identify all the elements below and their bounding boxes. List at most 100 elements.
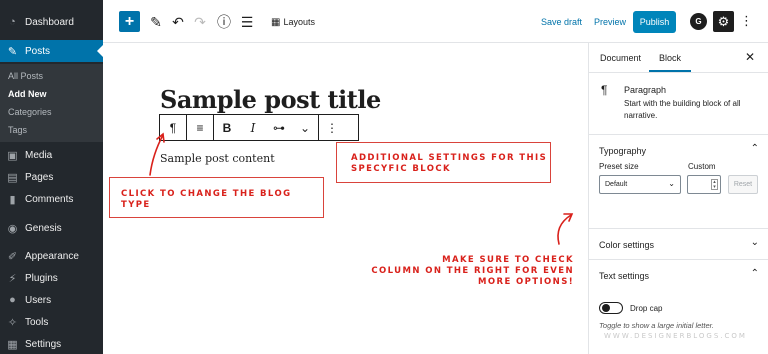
block-type-button[interactable]: ¶ [160,115,186,140]
sidebar-item-label: Posts [25,45,51,57]
color-settings-title[interactable]: Color settings [599,240,654,250]
genesis-icon: ◉ [7,222,18,235]
post-title[interactable]: Sample post title [160,85,381,114]
pin-icon: ✎ [7,45,18,58]
block-more-options-button[interactable]: ⋮ [319,115,345,140]
preset-size-value: Default [605,181,628,188]
panel-tabs: Document Block ✕ [589,43,768,73]
info-icon: ⓘ [217,14,231,30]
settings-toggle-button[interactable]: ⚙ [713,11,734,32]
align-button[interactable]: ≡ [187,115,213,140]
more-formats-button[interactable]: ⌄ [292,115,318,140]
annotation-right-text: MAKE SURE TO CHECK COLUMN ON THE RIGHT F… [371,255,574,287]
sidebar-item-pages[interactable]: ▤ Pages [0,166,103,188]
preview-button[interactable]: Preview [594,17,626,27]
sidebar-item-dashboard[interactable]: ◔ Dashboard [0,11,103,33]
custom-size-label: Custom [688,162,716,171]
outline-button[interactable]: ☰ [240,11,254,33]
preset-size-select[interactable]: Default ⌄ [599,175,681,194]
sidebar-item-tools[interactable]: ✧ Tools [0,311,103,333]
annotation-settings-box: ADDITIONAL SETTINGS FOR THIS SPECYFIC BL… [336,142,551,183]
sidebar-item-label: Plugins [25,272,58,284]
layouts-label: Layouts [283,17,315,27]
annotation-type-text: CLICK TO CHANGE THE BLOG TYPE [121,189,292,210]
drop-cap-help: Toggle to show a large initial letter. [599,321,714,330]
layouts-button[interactable]: ▦ Layouts [269,11,317,33]
redo-icon: ↷ [194,13,206,30]
submenu-add-new[interactable]: Add New [8,89,47,99]
chevron-up-icon[interactable]: ⌃ [751,143,759,154]
sidebar-item-posts[interactable]: ✎ Posts [0,40,103,62]
stepper-icon[interactable]: ▴ ▾ [711,179,718,190]
pages-icon: ▤ [7,171,18,184]
chevron-down-icon: ⌄ [668,179,675,188]
bold-icon: B [222,120,232,135]
post-content-paragraph[interactable]: Sample post content [160,152,275,165]
admin-sidebar: All Posts Add New Categories Tags ◔ Dashb… [0,0,103,354]
sidebar-item-settings[interactable]: ▦ Settings [0,333,103,354]
save-draft-button[interactable]: Save draft [541,17,582,27]
tab-document[interactable]: Document [600,53,641,63]
block-toolbar: ¶ ≡ B I ⊶ ⌄ ⋮ [159,114,359,141]
annotation-settings-text: ADDITIONAL SETTINGS FOR THIS SPECYFIC BL… [351,153,548,174]
sidebar-item-genesis[interactable]: ◉ Genesis [0,217,103,239]
publish-button[interactable]: Publish [633,11,676,33]
plus-icon: + [124,12,135,30]
close-icon[interactable]: ✕ [745,50,755,64]
sidebar-item-label: Users [25,294,52,306]
alignment-group: ≡ [187,115,214,140]
sidebar-item-label: Tools [25,316,49,328]
submenu-tags[interactable]: Tags [8,125,27,135]
list-view-icon: ☰ [240,13,254,30]
text-settings-title[interactable]: Text settings [599,271,649,281]
italic-button[interactable]: I [240,115,266,140]
vertical-ellipsis-icon: ⋮ [740,13,753,28]
more-options-button[interactable]: ⋮ [740,13,753,29]
posts-submenu: All Posts Add New Categories Tags [0,64,103,142]
block-switcher-group: ¶ [160,115,187,140]
sidebar-item-appearance[interactable]: ✐ Appearance [0,245,103,267]
sidebar-item-media[interactable]: ▣ Media [0,144,103,166]
color-settings-section: Color settings ⌄ [589,228,768,259]
tools-button[interactable]: ✎ [149,11,163,33]
tab-block[interactable]: Block [648,53,692,72]
sidebar-item-label: Comments [25,193,74,205]
sidebar-item-label: Media [25,149,53,161]
submenu-categories[interactable]: Categories [8,107,52,117]
details-button[interactable]: ⓘ [216,11,232,33]
undo-icon: ↶ [172,13,184,30]
block-card-title: Paragraph [624,85,667,95]
link-button[interactable]: ⊶ [266,115,292,140]
typography-title[interactable]: Typography [599,146,646,156]
preset-size-label: Preset size [599,162,639,171]
user-icon: ● [9,294,16,306]
genesis-logo-icon[interactable]: G [690,13,707,30]
chevron-down-icon[interactable]: ⌄ [751,237,759,248]
chevron-up-icon[interactable]: ⌃ [751,268,759,279]
submenu-all-posts[interactable]: All Posts [8,71,43,81]
pencil-icon: ✎ [150,13,162,30]
sidebar-item-plugins[interactable]: ⚡ Plugins [0,267,103,289]
drop-cap-toggle[interactable] [599,302,623,314]
format-group: B I ⊶ ⌄ [214,115,319,140]
sidebar-item-users[interactable]: ● Users [0,289,103,311]
bold-button[interactable]: B [214,115,240,140]
watermark: WWW.DESIGNERBLOGS.COM [604,332,747,340]
custom-size-input[interactable]: ▴ ▾ [687,175,721,194]
brush-icon: ✐ [7,250,18,263]
undo-button[interactable]: ↶ [171,11,185,33]
sidebar-item-label: Dashboard [25,16,74,28]
block-card-description: Start with the building block of all nar… [624,99,741,120]
sidebar-item-comments[interactable]: ▮ Comments [0,188,103,210]
editor-top-toolbar: + ✎ ↶ ↷ ⓘ ☰ ▦ Layouts Save draft Preview… [103,0,768,43]
dashboard-icon: ◔ [9,16,16,28]
settings-panel: Document Block ✕ ¶ Paragraph Start with … [588,43,768,354]
paragraph-icon: ¶ [601,83,608,97]
chevron-down-icon: ⌄ [299,120,311,135]
add-block-button[interactable]: + [119,11,140,32]
plugin-icon: ⚡ [8,272,17,285]
reset-button[interactable]: Reset [728,175,758,194]
settings-icon: ▦ [7,338,18,351]
redo-button[interactable]: ↷ [193,11,207,33]
toggle-knob [602,304,610,312]
